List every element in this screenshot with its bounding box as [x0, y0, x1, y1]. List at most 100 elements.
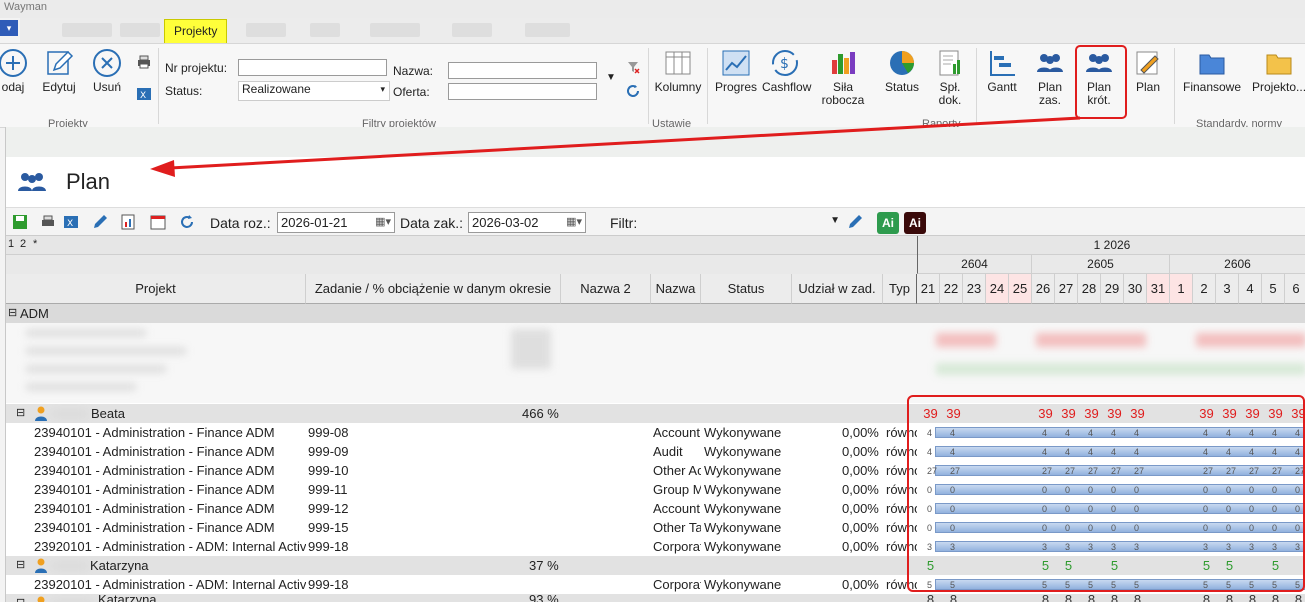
quick-access-dropdown[interactable]: ▾	[0, 20, 18, 36]
projects-norms-button[interactable]: Projekto...	[1252, 48, 1305, 94]
columns-button[interactable]: Kolumny	[654, 48, 702, 94]
ai-dark-button[interactable]: Ai	[904, 212, 926, 234]
task-code: 999-18	[308, 577, 349, 592]
svg-text:X: X	[67, 219, 73, 229]
col-header-name2[interactable]: Nazwa 2	[561, 274, 651, 304]
ribbon-tab-blurred[interactable]	[246, 23, 286, 37]
level-1[interactable]: 1	[8, 238, 14, 250]
blurred-text	[26, 347, 186, 355]
save-icon[interactable]	[12, 214, 28, 230]
task-name: Other Ta	[653, 520, 701, 535]
person-icon	[35, 406, 47, 421]
svg-text:X: X	[140, 91, 146, 101]
task-name: Other Ac	[653, 463, 701, 478]
name-input[interactable]	[448, 62, 597, 79]
workforce-button[interactable]: Siła robocza	[816, 48, 870, 107]
report-icon[interactable]	[120, 214, 136, 230]
person-load: 466 %	[522, 406, 559, 421]
calendar-dropdown-icon[interactable]: ▦▾	[566, 215, 582, 228]
tab-projekty[interactable]: Projekty	[164, 19, 228, 44]
collapse-icon[interactable]: ⊟	[16, 404, 25, 423]
task-name: Corporat	[653, 577, 701, 592]
ai-green-button[interactable]: Ai	[877, 212, 899, 234]
task-project: 23920101 - Administration - ADM: Interna…	[34, 577, 306, 592]
filter-dropdown-icon[interactable]: ▼	[606, 72, 616, 83]
col-header-task[interactable]: Zadanie / % obciążenie w danym okresie	[306, 274, 561, 304]
svg-text:$: $	[780, 56, 789, 72]
ribbon-tab-blurred[interactable]	[452, 23, 492, 37]
col-header-type[interactable]: Typ	[883, 274, 917, 304]
level-2[interactable]: 2	[20, 238, 26, 250]
offer-input[interactable]	[448, 83, 597, 100]
refresh-icon[interactable]	[179, 214, 195, 230]
ribbon-tab-blurred[interactable]	[370, 23, 420, 37]
repayment-button[interactable]: Spł. dok.	[930, 48, 970, 107]
window-topbar	[6, 127, 1305, 157]
calendar-dropdown-icon[interactable]: ▦▾	[375, 215, 391, 228]
task-task: 999-10	[308, 463, 349, 478]
task-name: Account	[653, 425, 700, 440]
name-label: Nazwa:	[393, 64, 434, 78]
task-name: Corporat	[653, 539, 701, 554]
gantt-button[interactable]: Gantt	[982, 48, 1022, 94]
col-header-name[interactable]: Nazwa	[651, 274, 701, 304]
separator	[1174, 48, 1175, 124]
person-row[interactable]: ⊟ Katarzyna 93 % 888888888888	[6, 592, 1305, 602]
repayment-label: Spł. dok.	[938, 80, 962, 107]
task-share: 0,00%	[842, 539, 879, 554]
cashflow-button[interactable]: $ Cashflow	[762, 48, 811, 94]
edit-button[interactable]: Edytuj	[38, 48, 80, 94]
col-header-project[interactable]: Projekt	[6, 274, 306, 304]
status-button[interactable]: Status	[879, 48, 925, 94]
week-header: 2605	[1032, 255, 1170, 274]
level-all[interactable]: *	[33, 238, 37, 250]
progress-button[interactable]: Progres	[713, 48, 759, 94]
financial-button[interactable]: Finansowe	[1180, 48, 1244, 94]
add-button[interactable]: odaj	[0, 48, 30, 94]
collapse-icon[interactable]: ⊟	[16, 594, 25, 602]
filter-input[interactable]: ▼	[646, 212, 842, 233]
columns-icon	[665, 51, 691, 75]
clear-filter-icon[interactable]	[626, 60, 640, 74]
collapse-icon[interactable]: ⊟	[16, 556, 25, 575]
day-header: 29	[1101, 274, 1124, 304]
plan-zas-label: Plan zas.	[1037, 80, 1063, 107]
date-to-picker[interactable]: 2026-03-02 ▦▾	[468, 212, 586, 233]
excel-icon[interactable]: X	[136, 86, 152, 102]
ribbon-tab-blurred[interactable]	[120, 23, 160, 37]
day-header: 30	[1124, 274, 1147, 304]
date-from-picker[interactable]: 2026-01-21 ▦▾	[277, 212, 395, 233]
ribbon-tab-blurred[interactable]	[525, 23, 570, 37]
chevron-down-icon: ▾	[380, 84, 385, 94]
status-select[interactable]: Realizowane ▾	[238, 81, 390, 101]
refresh-icon[interactable]	[626, 84, 640, 98]
task-status: Wykonywane	[704, 577, 782, 592]
offer-label: Oferta:	[393, 85, 430, 99]
plus-circle-icon	[0, 49, 27, 77]
plan-zas-button[interactable]: Plan zas.	[1028, 48, 1072, 107]
pencil-icon[interactable]	[92, 214, 108, 230]
col-header-status[interactable]: Status	[701, 274, 792, 304]
task-status: Wykonywane	[704, 520, 782, 535]
project-no-input[interactable]	[238, 59, 387, 76]
day-header: 22	[940, 274, 963, 304]
ribbon-tab-blurred[interactable]	[310, 23, 340, 37]
day-header: 21	[917, 274, 940, 304]
ribbon-tab-blurred[interactable]	[62, 23, 112, 37]
day-header: 4	[1239, 274, 1262, 304]
status-label: Status:	[165, 84, 203, 98]
separator	[158, 48, 159, 124]
calendar-icon[interactable]	[150, 214, 166, 230]
separator	[707, 48, 708, 124]
group-row[interactable]: ⊟ ADM	[6, 304, 1305, 323]
pencil-icon[interactable]	[847, 214, 863, 230]
col-header-share[interactable]: Udział w zad.	[792, 274, 883, 304]
plan-button[interactable]: Plan	[1128, 48, 1168, 94]
print-icon[interactable]	[136, 54, 152, 70]
delete-button[interactable]: Usuń	[88, 48, 126, 94]
excel-icon[interactable]: X	[63, 214, 79, 230]
collapse-icon[interactable]: ⊟	[8, 304, 17, 323]
print-icon[interactable]	[40, 214, 56, 230]
window-title: Plan	[66, 169, 111, 194]
bar-chart-icon	[832, 52, 855, 74]
